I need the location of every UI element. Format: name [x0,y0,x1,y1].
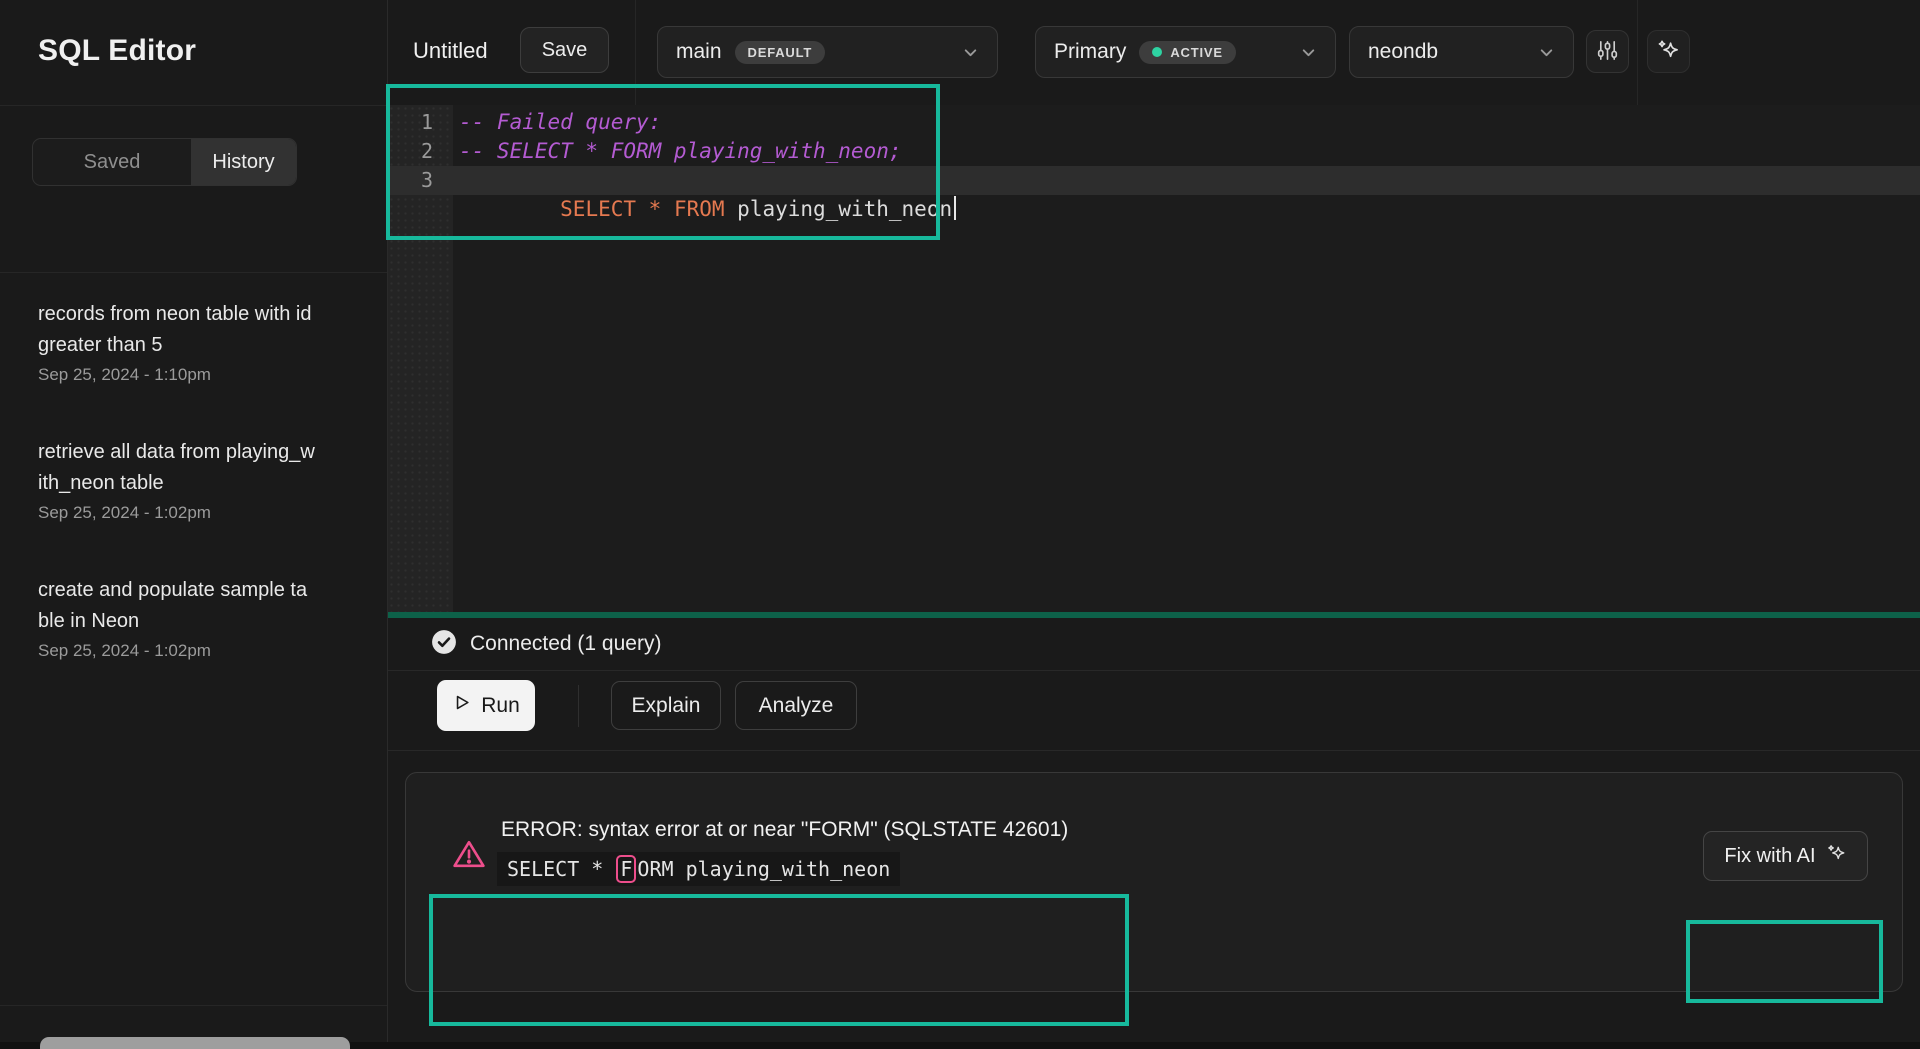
query-settings-button[interactable] [1586,30,1629,73]
actions-divider [578,685,579,727]
line-number: 3 [388,166,453,195]
line-number: 1 [388,108,453,137]
sparkles-icon [1826,843,1847,870]
history-item-title: records from neon table with id greater … [38,299,349,361]
explain-button[interactable]: Explain [611,681,721,730]
fix-with-ai-button[interactable]: Fix with AI [1703,831,1868,881]
code-line-1: 1 -- Failed query: [388,108,1920,137]
sliders-icon [1596,39,1619,65]
toolbar-divider [635,0,636,105]
saved-history-segmented-control: Saved History [32,138,297,186]
query-actions-bar: Run Explain Analyze [388,671,1920,751]
analyze-button[interactable]: Analyze [735,681,857,730]
compute-selector[interactable]: Primary ACTIVE [1035,26,1336,78]
toolbar-divider [1637,0,1638,105]
ai-assist-button[interactable] [1647,30,1690,73]
history-item[interactable]: create and populate sample ta ble in Neo… [38,575,349,661]
chevron-down-icon [1300,44,1317,61]
history-list: records from neon table with id greater … [0,273,387,661]
text-cursor [954,196,956,220]
connection-status-text: Connected (1 query) [470,632,661,656]
main-area: Untitled Save main DEFAULT Primary ACTIV… [388,0,1920,1042]
history-item[interactable]: retrieve all data from playing_w ith_neo… [38,437,349,523]
active-status-dot [1152,47,1162,57]
run-button[interactable]: Run [437,680,535,731]
editor-toolbar: Untitled Save main DEFAULT Primary ACTIV… [388,0,1920,105]
error-query-snippet: SELECT * FORM playing_with_neon [497,852,900,886]
history-item[interactable]: records from neon table with id greater … [38,299,349,385]
fix-with-ai-label: Fix with AI [1724,845,1815,868]
results-area: ERROR: syntax error at or near "FORM" (S… [388,752,1920,1042]
warning-triangle-icon [452,838,486,875]
error-highlight-char: F [616,855,636,883]
history-item-timestamp: Sep 25, 2024 - 1:02pm [38,503,349,523]
error-code-before: SELECT * [507,857,615,881]
database-selector[interactable]: neondb [1349,26,1574,78]
chevron-down-icon [962,44,979,61]
error-code-after: ORM playing_with_neon [637,857,890,881]
results-panel: ERROR: syntax error at or near "FORM" (S… [405,772,1903,992]
chevron-down-icon [1538,44,1555,61]
database-name: neondb [1368,40,1438,64]
active-badge-label: ACTIVE [1170,45,1222,60]
error-message: ERROR: syntax error at or near "FORM" (S… [501,818,1068,842]
tab-saved[interactable]: Saved [33,139,191,185]
new-query-button-partial[interactable] [40,1037,350,1049]
code-line-3-current: 3 SELECT*FROMplaying_with_neon [388,166,1920,195]
sql-keyword: FROM [674,197,725,221]
sidebar-footer [0,1005,387,1042]
query-title: Untitled [413,38,488,64]
branch-name: main [676,40,722,64]
compute-name: Primary [1054,40,1126,64]
sql-star: * [649,197,662,221]
sql-comment: -- SELECT * FORM playing_with_neon; [459,139,902,163]
sql-table-name: playing_with_neon [737,197,952,221]
play-icon [452,693,471,718]
tab-history[interactable]: History [191,139,296,185]
sparkles-icon [1656,38,1681,66]
history-item-title: create and populate sample ta ble in Neo… [38,575,349,637]
code-line-2: 2 -- SELECT * FORM playing_with_neon; [388,137,1920,166]
compute-active-badge: ACTIVE [1139,41,1235,64]
history-item-timestamp: Sep 25, 2024 - 1:10pm [38,365,349,385]
branch-selector[interactable]: main DEFAULT [657,26,998,78]
sidebar-header: SQL Editor [0,0,387,106]
line-number: 2 [388,137,453,166]
history-item-timestamp: Sep 25, 2024 - 1:02pm [38,641,349,661]
branch-default-badge: DEFAULT [735,41,826,64]
run-button-label: Run [481,694,520,718]
page-title: SQL Editor [0,0,387,68]
check-circle-icon [431,629,457,660]
sidebar: SQL Editor Saved History records from ne… [0,0,388,1042]
history-item-title: retrieve all data from playing_w ith_neo… [38,437,349,499]
save-button[interactable]: Save [520,27,609,73]
sidebar-tabs-section: Saved History [0,138,387,273]
sql-comment: -- Failed query: [459,110,661,134]
sql-keyword: SELECT [560,197,636,221]
connection-status-bar: Connected (1 query) [388,618,1920,671]
